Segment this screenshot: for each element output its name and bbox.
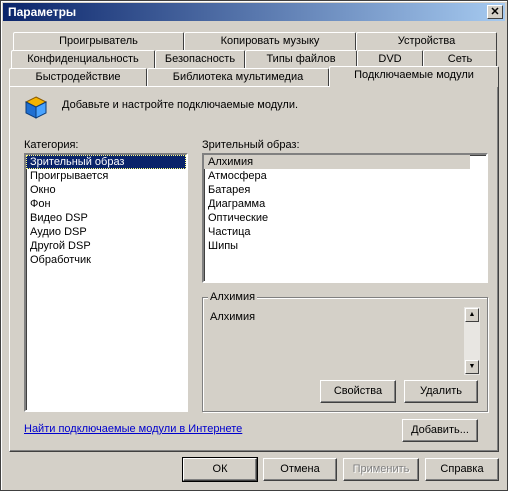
tab-player[interactable]: Проигрыватель [13,32,184,51]
tab-performance[interactable]: Быстродействие [9,68,147,87]
close-icon: ✕ [490,6,500,18]
plugin-item[interactable]: Диаграмма [204,197,486,211]
options-dialog: Параметры ✕ Проигрыватель Копировать муз… [0,0,508,491]
apply-button[interactable]: Применить [343,458,419,481]
help-button[interactable]: Справка [425,458,499,481]
cancel-button[interactable]: Отмена [263,458,337,481]
plugin-item[interactable]: Алхимия [204,155,470,169]
header-description: Добавьте и настройте подключаемые модули… [62,99,299,111]
plugin-item[interactable]: Батарея [204,183,486,197]
plugins-label: Зрительный образ: [202,139,300,151]
category-item[interactable]: Проигрывается [26,169,186,183]
category-item[interactable]: Видео DSP [26,211,186,225]
plugins-listbox[interactable]: Алхимия Атмосфера Батарея Диаграмма Опти… [202,153,488,283]
tab-plugins[interactable]: Подключаемые модули [329,66,499,87]
properties-button[interactable]: Свойства [320,380,396,403]
plugins-panel: Добавьте и настройте подключаемые модули… [9,86,499,452]
plugin-item[interactable]: Частица [204,225,486,239]
remove-button[interactable]: Удалить [404,380,478,403]
close-button[interactable]: ✕ [487,5,503,19]
tab-rip-music[interactable]: Копировать музыку [184,32,356,51]
category-item[interactable]: Окно [26,183,186,197]
tab-library[interactable]: Библиотека мультимедиа [147,68,329,87]
add-plugin-button[interactable]: Добавить... [402,419,478,442]
plugin-item[interactable]: Атмосфера [204,169,486,183]
category-listbox[interactable]: Зрительный образ Проигрывается Окно Фон … [24,153,188,412]
category-label: Категория: [24,139,79,151]
details-description: Алхимия [210,311,256,323]
category-item[interactable]: Другой DSP [26,239,186,253]
plugin-cube-icon [24,96,48,119]
plugin-item[interactable]: Шипы [204,239,486,253]
scroll-up-icon[interactable]: ▲ [465,308,479,322]
scroll-down-icon[interactable]: ▼ [465,360,479,374]
plugin-item[interactable]: Оптические [204,211,486,225]
title-bar: Параметры ✕ [3,3,505,21]
category-item[interactable]: Зрительный образ [26,155,186,169]
details-group-title: Алхимия [208,291,258,303]
window-title: Параметры [8,5,77,19]
tab-security[interactable]: Безопасность [155,50,245,69]
tab-devices[interactable]: Устройства [356,32,497,51]
category-item[interactable]: Аудио DSP [26,225,186,239]
ok-button[interactable]: ОК [182,457,258,482]
category-item[interactable]: Фон [26,197,186,211]
category-item[interactable]: Обработчик [26,253,186,267]
find-plugins-link[interactable]: Найти подключаемые модули в Интернете [24,423,242,435]
details-scrollbar[interactable]: ▲ ▼ [464,307,480,375]
tab-privacy[interactable]: Конфиденциальность [11,50,155,69]
